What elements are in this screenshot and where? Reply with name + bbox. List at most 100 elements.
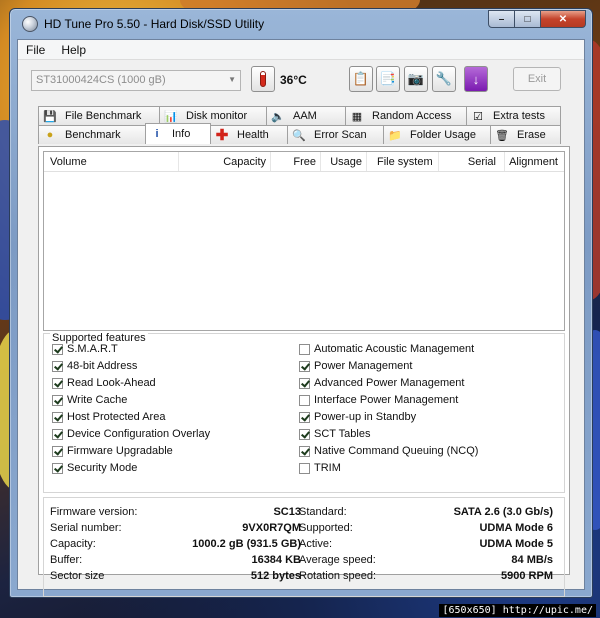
left-feature-1[interactable]: 48-bit Address — [52, 360, 137, 372]
tab-label: File Benchmark — [65, 110, 142, 122]
column-usage[interactable]: Usage — [321, 152, 367, 171]
tab-random-access[interactable]: ▦ Random Access — [345, 106, 467, 125]
title-bar[interactable]: HD Tune Pro 5.50 - Hard Disk/SSD Utility… — [10, 9, 592, 39]
left-feature-0[interactable]: S.M.A.R.T — [52, 343, 118, 355]
left-detail-label-2: Capacity: — [50, 538, 96, 550]
drive-select[interactable]: ST31000424CS (1000 gB) ▼ — [31, 70, 241, 91]
chevron-down-icon: ▼ — [228, 75, 236, 84]
thermometer-icon — [251, 66, 275, 92]
exit-button[interactable]: Exit — [513, 67, 561, 91]
right-feature-5[interactable]: SCT Tables — [299, 428, 370, 440]
feature-label: Write Cache — [67, 394, 128, 406]
speaker-icon: 🔈 — [271, 110, 285, 123]
minimize-button[interactable]: – — [488, 10, 515, 28]
menu-bar: File Help — [18, 40, 584, 60]
tab-extra-tests[interactable]: ☑ Extra tests — [466, 106, 561, 125]
left-detail-value-0: SC13 — [273, 506, 301, 518]
column-free[interactable]: Free — [271, 152, 321, 171]
checkbox[interactable] — [52, 462, 63, 474]
column-file-system[interactable]: File system — [367, 152, 439, 171]
left-detail-label-3: Buffer: — [50, 554, 83, 566]
checkbox[interactable] — [299, 411, 310, 423]
tab-error-scan[interactable]: 🔍 Error Scan — [287, 125, 384, 144]
tab-aam[interactable]: 🔈 AAM — [266, 106, 346, 125]
copy-all-button[interactable]: 📑 — [376, 66, 400, 92]
right-feature-7[interactable]: TRIM — [299, 462, 341, 474]
checkbox[interactable] — [52, 377, 63, 389]
right-feature-4[interactable]: Power-up in Standby — [299, 411, 416, 423]
left-feature-3[interactable]: Write Cache — [52, 394, 127, 406]
volume-table[interactable]: Volume Capacity Free Usage File system S… — [43, 151, 565, 331]
feature-label: Device Configuration Overlay — [67, 428, 211, 440]
menu-file[interactable]: File — [26, 43, 45, 57]
right-detail-label-1: Supported: — [299, 522, 353, 534]
left-feature-7[interactable]: Security Mode — [52, 462, 137, 474]
drive-select-value: ST31000424CS (1000 gB) — [36, 74, 166, 86]
tab-label: Extra tests — [493, 110, 545, 122]
column-alignment[interactable]: Alignment — [505, 152, 564, 171]
menu-help[interactable]: Help — [61, 43, 86, 57]
left-feature-2[interactable]: Read Look-Ahead — [52, 377, 156, 389]
right-feature-0[interactable]: Automatic Acoustic Management — [299, 343, 474, 355]
tab-benchmark[interactable]: ● Benchmark — [38, 125, 146, 144]
maximize-icon: □ — [524, 13, 531, 25]
checkbox[interactable] — [52, 343, 63, 355]
right-detail-value-2: UDMA Mode 5 — [479, 538, 553, 550]
tab-health[interactable]: ✚ Health — [210, 125, 288, 144]
left-feature-6[interactable]: Firmware Upgradable — [52, 445, 173, 457]
file-benchmark-icon: 💾 — [43, 110, 57, 123]
checkbox[interactable] — [52, 411, 63, 423]
checkbox[interactable] — [52, 445, 63, 457]
feature-label: SCT Tables — [314, 428, 371, 440]
right-feature-6[interactable]: Native Command Queuing (NCQ) — [299, 445, 478, 457]
checkbox[interactable] — [299, 360, 310, 372]
left-detail-value-2: 1000.2 gB (931.5 GB) — [192, 538, 301, 550]
right-detail-value-0: SATA 2.6 (3.0 Gb/s) — [453, 506, 553, 518]
options-button[interactable]: 🔧 — [432, 66, 456, 92]
copy-info-button[interactable]: 📋 — [349, 66, 373, 92]
download-button[interactable]: ↓ — [464, 66, 488, 92]
right-detail-value-3: 84 MB/s — [511, 554, 553, 566]
feature-label: Power Management — [314, 360, 413, 372]
window-title: HD Tune Pro 5.50 - Hard Disk/SSD Utility — [44, 17, 265, 31]
checkbox[interactable] — [299, 445, 310, 457]
right-feature-3[interactable]: Interface Power Management — [299, 394, 458, 406]
tab-label: Error Scan — [314, 129, 367, 141]
feature-label: Interface Power Management — [314, 394, 459, 406]
right-feature-2[interactable]: Advanced Power Management — [299, 377, 464, 389]
close-button[interactable]: ✕ — [540, 10, 586, 28]
feature-label: Read Look-Ahead — [67, 377, 156, 389]
right-detail-label-3: Average speed: — [299, 554, 376, 566]
right-feature-1[interactable]: Power Management — [299, 360, 412, 372]
checkbox[interactable] — [299, 343, 310, 355]
tab-file-benchmark[interactable]: 💾 File Benchmark — [38, 106, 160, 125]
left-feature-5[interactable]: Device Configuration Overlay — [52, 428, 210, 440]
tab-erase[interactable]: 🗑 Erase — [490, 125, 561, 144]
down-arrow-icon: ↓ — [472, 71, 480, 87]
tab-info[interactable]: i Info — [145, 123, 211, 144]
benchmark-icon: ● — [46, 129, 54, 141]
checkbox[interactable] — [299, 428, 310, 440]
checkbox[interactable] — [52, 360, 63, 372]
info-icon: i — [155, 128, 159, 140]
info-panel: Volume Capacity Free Usage File system S… — [38, 146, 570, 597]
minimize-icon: – — [498, 13, 505, 25]
magnifier-icon: 🔍 — [292, 129, 306, 142]
checkbox[interactable] — [299, 462, 310, 474]
checkbox[interactable] — [299, 377, 310, 389]
left-feature-4[interactable]: Host Protected Area — [52, 411, 165, 423]
column-capacity[interactable]: Capacity — [179, 152, 271, 171]
checkbox[interactable] — [299, 394, 310, 406]
column-volume[interactable]: Volume — [44, 152, 179, 171]
copy-icon: 📋 — [352, 71, 370, 86]
checkbox[interactable] — [52, 428, 63, 440]
checkbox[interactable] — [52, 394, 63, 406]
tab-folder-usage[interactable]: 📁 Folder Usage — [383, 125, 491, 144]
feature-label: Advanced Power Management — [314, 377, 465, 389]
right-detail-value-1: UDMA Mode 6 — [479, 522, 553, 534]
left-detail-label-0: Firmware version: — [50, 506, 138, 518]
left-detail-value-1: 9VX0R7QM — [242, 522, 301, 534]
screenshot-button[interactable]: 📷 — [404, 66, 428, 92]
column-serial[interactable]: Serial — [439, 152, 505, 171]
maximize-button[interactable]: □ — [514, 10, 541, 28]
